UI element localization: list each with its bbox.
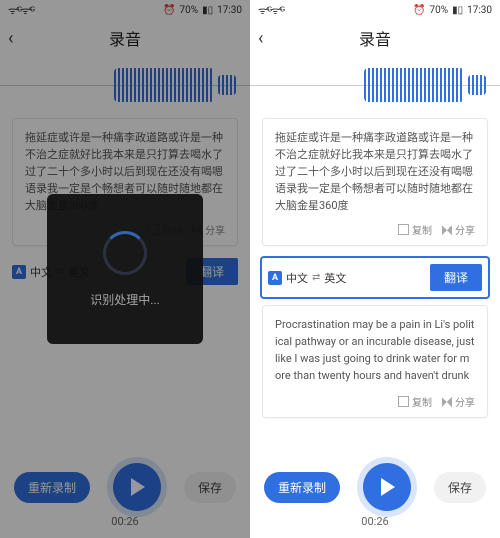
loading-text: 识别处理中... — [90, 291, 160, 308]
transcript-card-zh: 拖延症或许是一种痛李政道路或许是一种不治之症就好比我本来是只打算去喝水了过了二十… — [262, 118, 488, 246]
swap-icon[interactable]: ⇄ — [312, 272, 320, 283]
lang-target[interactable]: 英文 — [324, 270, 346, 286]
page-title: 录音 — [359, 26, 391, 50]
save-button[interactable]: 保存 — [434, 472, 486, 503]
waveform[interactable] — [250, 60, 500, 110]
share-button[interactable]: 分享 — [442, 222, 475, 237]
translate-icon: A — [268, 271, 282, 285]
rerecord-button[interactable]: 重新录制 — [264, 472, 340, 503]
signal-icon: ᯤ ⁴ᴳ ᯤ ⁴ᴳ — [258, 3, 283, 17]
translation-card-en: Procrastination may be a pain in Li's po… — [262, 305, 488, 418]
copy-button[interactable]: 复制 — [398, 222, 432, 237]
loading-overlay: 识别处理中... — [0, 0, 250, 538]
play-button[interactable] — [363, 463, 411, 511]
nav-bar: ‹ 录音 — [250, 20, 500, 56]
back-button[interactable]: ‹ — [258, 28, 263, 49]
lang-source[interactable]: 中文 — [286, 270, 308, 286]
battery-pct: 70% — [430, 5, 449, 16]
clock: 17:30 — [467, 5, 492, 16]
share-button[interactable]: 分享 — [442, 394, 475, 409]
alarm-icon: ⏰ — [413, 5, 425, 16]
language-row: A 中文 ⇄ 英文 翻译 — [262, 258, 488, 297]
status-bar: ᯤ ⁴ᴳ ᯤ ⁴ᴳ ⏰ 70% ▮▯ 17:30 — [250, 0, 500, 20]
elapsed-time: 00:26 — [264, 515, 486, 528]
translate-button[interactable]: 翻译 — [430, 264, 482, 291]
translation-text: Procrastination may be a pain in Li's po… — [275, 316, 475, 386]
battery-icon: ▮▯ — [452, 5, 463, 16]
transcript-text: 拖延症或许是一种痛李政道路或许是一种不治之症就好比我本来是只打算去喝水了过了二十… — [275, 129, 475, 214]
spinner-icon — [103, 231, 147, 275]
copy-button[interactable]: 复制 — [398, 394, 432, 409]
